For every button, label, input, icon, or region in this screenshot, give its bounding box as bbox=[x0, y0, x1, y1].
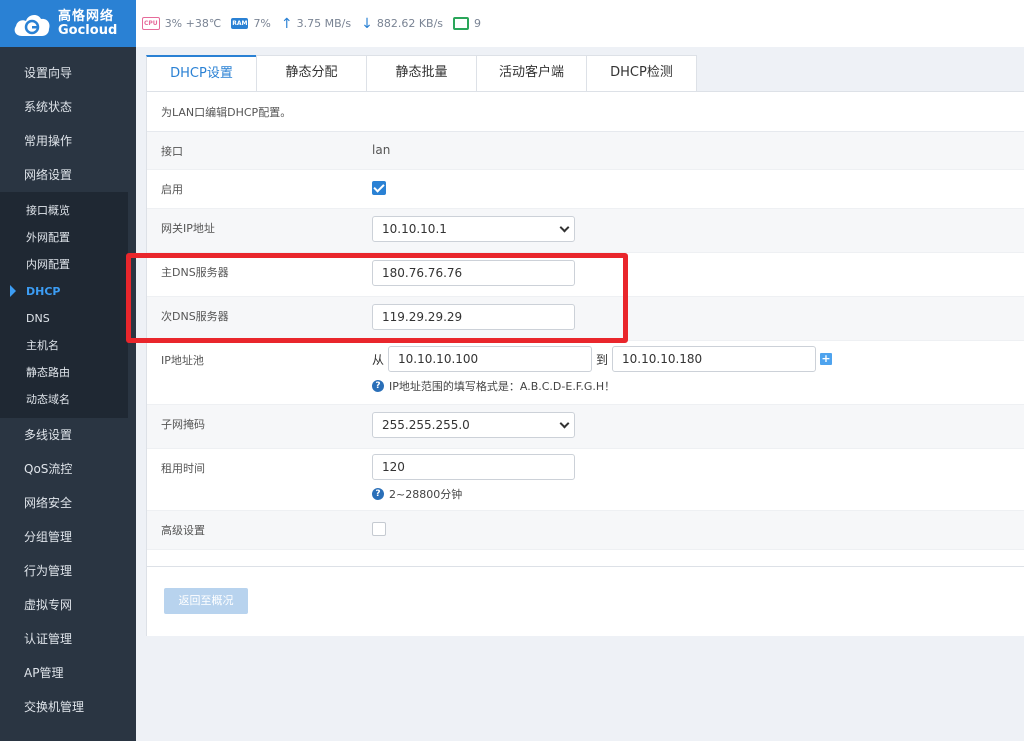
interface-label: 接口 bbox=[161, 145, 183, 158]
status-bar: CPU 3% +38℃ RAM 7% ↑ 3.75 MB/s ↓ 882.62 … bbox=[136, 0, 1024, 47]
monitor-check-icon bbox=[453, 17, 470, 30]
sidebar-item-qos[interactable]: QoS流控 bbox=[0, 452, 136, 486]
chevron-down-icon bbox=[559, 222, 570, 232]
footer-area bbox=[146, 566, 1024, 636]
cpu-icon: CPU bbox=[142, 17, 160, 30]
gateway-select[interactable]: 10.10.10.1 bbox=[372, 216, 575, 242]
back-to-overview-button[interactable]: 返回至概况 bbox=[164, 588, 248, 614]
sidebar-item-switch[interactable]: 交换机管理 bbox=[0, 690, 136, 724]
tab-bar: DHCP设置 静态分配 静态批量 活动客户端 DHCP检测 bbox=[146, 55, 1024, 91]
sidebar-item-multi-wan[interactable]: 多线设置 bbox=[0, 418, 136, 452]
cpu-stat: CPU 3% +38℃ bbox=[142, 17, 221, 30]
download-arrow-icon: ↓ bbox=[361, 15, 373, 32]
download-value: 882.62 KB/s bbox=[376, 17, 444, 30]
mask-label: 子网掩码 bbox=[161, 418, 205, 431]
sidebar-item-vpn[interactable]: 虚拟专网 bbox=[0, 588, 136, 622]
row-ip-pool: IP地址池 从 10.10.10.100 到 10.10.10.180 + ? … bbox=[147, 341, 1024, 405]
sidebar: 高恪网络 Gocloud 设置向导 系统状态 常用操作 网络设置 接口概览 外网… bbox=[0, 0, 136, 741]
sidebar-item-ap[interactable]: AP管理 bbox=[0, 656, 136, 690]
upload-value: 3.75 MB/s bbox=[296, 17, 352, 30]
sidebar-subitem-dns[interactable]: DNS bbox=[0, 305, 128, 332]
logo[interactable]: 高恪网络 Gocloud bbox=[0, 0, 136, 47]
sidebar-item-behavior[interactable]: 行为管理 bbox=[0, 554, 136, 588]
subnet-mask-select[interactable]: 255.255.255.0 bbox=[372, 412, 575, 438]
dns1-input[interactable]: 180.76.76.76 bbox=[372, 260, 575, 286]
pool-end-input[interactable]: 10.10.10.180 bbox=[612, 346, 817, 372]
mask-value: 255.255.255.0 bbox=[382, 418, 470, 432]
sidebar-menu: 设置向导 系统状态 常用操作 网络设置 接口概览 外网配置 内网配置 DHCP … bbox=[0, 47, 136, 724]
row-dns2: 次DNS服务器 119.29.29.29 bbox=[147, 297, 1024, 341]
form-description: 为LAN口编辑DHCP配置。 bbox=[147, 92, 1024, 132]
cpu-value: 3% +38℃ bbox=[164, 17, 222, 30]
gateway-label: 网关IP地址 bbox=[161, 222, 215, 235]
lease-label: 租用时间 bbox=[161, 462, 205, 475]
row-gateway: 网关IP地址 10.10.10.1 bbox=[147, 209, 1024, 253]
ram-stat: RAM 7% bbox=[231, 17, 271, 30]
clients-stat[interactable]: 9 bbox=[453, 17, 481, 30]
ip-pool-label: IP地址池 bbox=[161, 354, 204, 367]
help-icon: ? bbox=[372, 488, 384, 500]
main-content: DHCP设置 静态分配 静态批量 活动客户端 DHCP检测 为LAN口编辑DHC… bbox=[146, 55, 1024, 636]
dns1-label: 主DNS服务器 bbox=[161, 266, 229, 279]
chevron-down-icon bbox=[559, 418, 570, 428]
sidebar-subitem-hostname[interactable]: 主机名 bbox=[0, 332, 128, 359]
row-interface: 接口 lan bbox=[147, 132, 1024, 170]
sidebar-item-system-status[interactable]: 系统状态 bbox=[0, 90, 136, 124]
row-enable: 启用 bbox=[147, 170, 1024, 209]
download-stat: ↓ 882.62 KB/s bbox=[361, 17, 443, 31]
sidebar-subitem-static-route[interactable]: 静态路由 bbox=[0, 359, 128, 386]
sidebar-subitem-wan-config[interactable]: 外网配置 bbox=[0, 224, 128, 251]
upload-arrow-icon: ↑ bbox=[280, 15, 293, 32]
logo-cn-text: 高恪网络 bbox=[58, 8, 115, 24]
pool-start-input[interactable]: 10.10.10.100 bbox=[388, 346, 593, 372]
sidebar-subitem-interface-overview[interactable]: 接口概览 bbox=[0, 197, 128, 224]
lease-time-input[interactable]: 120 bbox=[372, 454, 575, 480]
tab-static-batch[interactable]: 静态批量 bbox=[366, 55, 477, 91]
tab-dhcp-detect[interactable]: DHCP检测 bbox=[586, 55, 697, 91]
pool-from-label: 从 bbox=[372, 352, 385, 367]
help-icon: ? bbox=[372, 380, 384, 392]
sidebar-subitem-ddns[interactable]: 动态域名 bbox=[0, 386, 128, 413]
row-subnet-mask: 子网掩码 255.255.255.0 bbox=[147, 405, 1024, 449]
sidebar-subitem-dhcp[interactable]: DHCP bbox=[0, 278, 128, 305]
row-dns1: 主DNS服务器 180.76.76.76 bbox=[147, 253, 1024, 297]
advanced-label: 高级设置 bbox=[161, 524, 205, 537]
sidebar-item-groups[interactable]: 分组管理 bbox=[0, 520, 136, 554]
sidebar-item-setup-wizard[interactable]: 设置向导 bbox=[0, 56, 136, 90]
gateway-value: 10.10.10.1 bbox=[382, 222, 447, 236]
sidebar-item-common-ops[interactable]: 常用操作 bbox=[0, 124, 136, 158]
tab-active-clients[interactable]: 活动客户端 bbox=[476, 55, 587, 91]
sidebar-subitem-lan-config[interactable]: 内网配置 bbox=[0, 251, 128, 278]
sidebar-item-network-settings[interactable]: 网络设置 bbox=[0, 158, 136, 192]
tab-dhcp-settings[interactable]: DHCP设置 bbox=[146, 55, 257, 91]
lease-hint: 2~28800分钟 bbox=[389, 488, 463, 501]
dhcp-form-panel: 为LAN口编辑DHCP配置。 接口 lan 启用 网关IP地址 10.10.10… bbox=[146, 91, 1024, 566]
enable-checkbox[interactable] bbox=[372, 181, 386, 195]
advanced-checkbox[interactable] bbox=[372, 522, 386, 536]
network-submenu: 接口概览 外网配置 内网配置 DHCP DNS 主机名 静态路由 动态域名 bbox=[0, 192, 128, 418]
row-advanced: 高级设置 bbox=[147, 511, 1024, 550]
logo-en-text: Gocloud bbox=[58, 22, 118, 38]
add-range-button[interactable]: + bbox=[820, 353, 833, 365]
sidebar-item-security[interactable]: 网络安全 bbox=[0, 486, 136, 520]
ram-icon: RAM bbox=[231, 18, 249, 29]
enable-label: 启用 bbox=[161, 183, 183, 196]
upload-stat: ↑ 3.75 MB/s bbox=[281, 17, 351, 31]
sidebar-item-auth[interactable]: 认证管理 bbox=[0, 622, 136, 656]
dns2-label: 次DNS服务器 bbox=[161, 310, 229, 323]
cloud-logo-icon bbox=[12, 10, 52, 38]
pool-to-label: 到 bbox=[596, 352, 609, 367]
tab-static-assign[interactable]: 静态分配 bbox=[256, 55, 367, 91]
ram-value: 7% bbox=[253, 17, 271, 30]
clients-count: 9 bbox=[474, 17, 482, 30]
interface-value: lan bbox=[372, 143, 391, 157]
row-lease-time: 租用时间 120 ? 2~28800分钟 bbox=[147, 449, 1024, 511]
dns2-input[interactable]: 119.29.29.29 bbox=[372, 304, 575, 330]
pool-hint: IP地址范围的填写格式是：A.B.C.D-E.F.G.H！ bbox=[389, 380, 616, 393]
